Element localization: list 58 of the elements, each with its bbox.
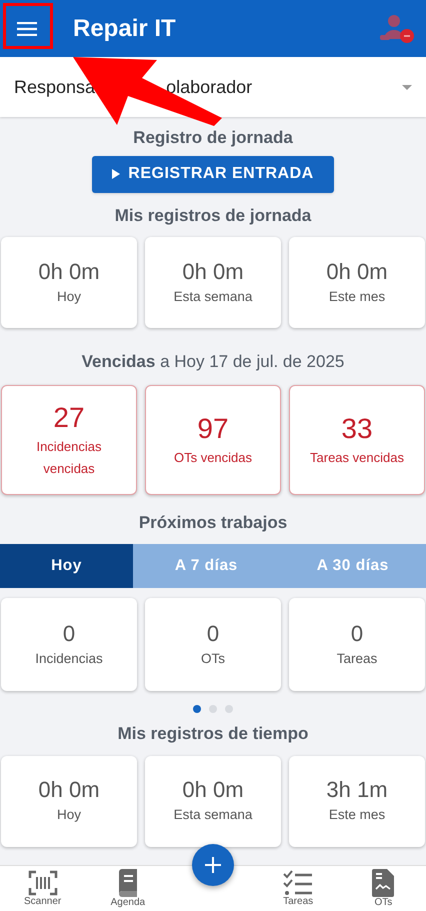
stat-label: Hoy (56, 288, 81, 306)
stat-value: 0h 0m (182, 776, 244, 804)
stat-label: Tareas (336, 650, 378, 668)
stat-card[interactable]: 0h 0m Esta semana (145, 237, 281, 328)
dropdown-caret-icon (402, 84, 412, 90)
barcode-scanner-icon (28, 870, 58, 896)
overdue-title: Vencidas a Hoy 17 de jul. de 2025 (82, 351, 344, 373)
nav-item[interactable]: Agenda (85, 868, 170, 908)
nav-item[interactable]: OTs (340, 868, 426, 908)
menu-icon (17, 22, 37, 36)
section-title: Mis registros de tiempo (118, 723, 308, 745)
stat-card[interactable]: 0 Tareas (289, 598, 425, 691)
stat-card[interactable]: 0h 0m Hoy (1, 237, 137, 328)
stat-value: 0h 0m (326, 258, 388, 286)
stat-label: Esta semana (174, 806, 252, 824)
play-icon (112, 169, 120, 179)
checklist-icon (283, 870, 314, 896)
stat-label: Tareas vencidas (309, 448, 405, 466)
stat-value: 27 (53, 400, 85, 434)
stat-card[interactable]: 0 OTs (145, 598, 281, 691)
document-icon (372, 868, 394, 896)
section-title: Próximos trabajos (138, 512, 288, 534)
stat-label: Hoy (56, 806, 81, 824)
highlight-frame (3, 3, 53, 49)
stat-value: 0 (350, 620, 364, 648)
stat-card[interactable]: 97 OTs vencidas (145, 384, 281, 494)
period-tab[interactable]: Hoy (0, 544, 133, 588)
stat-label: Incidencias vencidas (35, 438, 103, 478)
stat-value: 0 (206, 620, 220, 648)
stat-card[interactable]: 0 Incidencias (1, 598, 137, 691)
clock-in-button[interactable]: REGISTRAR ENTRADA (92, 156, 334, 192)
stat-label: OTs (200, 650, 225, 668)
stat-value: 3h 1m (326, 776, 388, 804)
stat-card[interactable]: 33 Tareas vencidas (289, 384, 425, 494)
stat-value: 0h 0m (38, 776, 100, 804)
plus-icon (205, 857, 221, 873)
stat-value: 33 (341, 412, 373, 446)
stat-card[interactable]: 0h 0m Este mes (289, 237, 425, 328)
stat-label: Esta semana (174, 288, 252, 306)
stat-value: 0h 0m (182, 258, 244, 286)
stat-card[interactable]: 0h 0m Hoy (1, 756, 137, 846)
stat-card[interactable]: 27 Incidencias vencidas (1, 384, 137, 494)
select-value-start: Responsa (14, 76, 96, 99)
app-title: Repair IT (73, 14, 176, 44)
stat-label: OTs vencidas (172, 448, 254, 466)
stat-label: Este mes (328, 806, 386, 824)
stat-value: 0h 0m (38, 258, 100, 286)
section-title: Mis registros de jornada (114, 204, 312, 227)
section-title: Registro de jornada (133, 127, 293, 149)
select-value-end: olaborador (166, 76, 252, 98)
stat-value: 97 (197, 412, 229, 446)
stat-label: Incidencias (35, 650, 103, 668)
stat-value: 0 (62, 620, 76, 648)
nav-item[interactable]: Scanner (0, 870, 86, 908)
stat-card[interactable]: 3h 1m Este mes (289, 756, 425, 846)
stat-card[interactable]: 0h 0m Esta semana (145, 756, 281, 846)
nav-item[interactable]: Tareas (256, 870, 341, 908)
stat-label: Este mes (328, 288, 386, 306)
